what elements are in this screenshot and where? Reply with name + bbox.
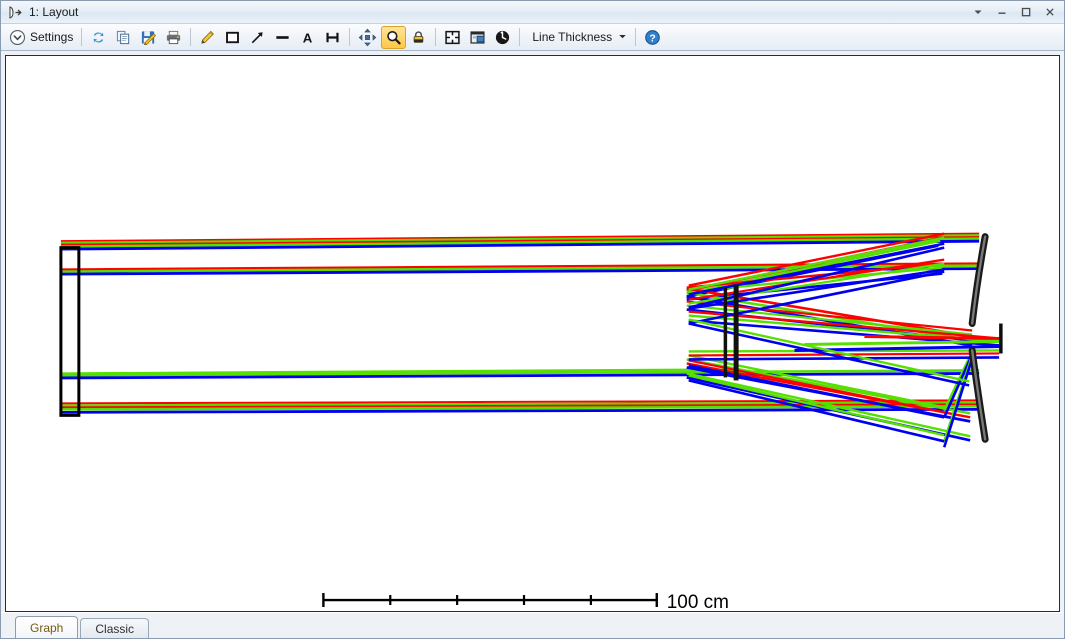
save-icon <box>140 29 157 46</box>
pencil-icon <box>199 29 216 46</box>
upper-primary-mirror <box>972 237 985 324</box>
window-menu-button[interactable] <box>966 2 990 23</box>
magnifier-icon <box>385 29 402 46</box>
toolbar-separator-1 <box>81 28 82 46</box>
toolbar-separator-5 <box>519 28 520 46</box>
image-plane-detector <box>999 324 1002 354</box>
ray-group-lower-mid <box>61 369 979 377</box>
draw-line-button[interactable] <box>195 26 220 49</box>
thick-line-icon <box>274 29 291 46</box>
refresh-button[interactable] <box>86 26 111 49</box>
export-image-icon <box>469 29 486 46</box>
measure-button[interactable] <box>320 26 345 49</box>
dimension-icon <box>324 29 341 46</box>
copy-button[interactable] <box>111 26 136 49</box>
refresh-icon <box>90 29 107 46</box>
fit-window-button[interactable] <box>440 26 465 49</box>
reset-clock-icon <box>494 29 511 46</box>
help-button[interactable]: ? <box>640 26 665 49</box>
optical-layout-drawing: 100 cm <box>6 56 1059 611</box>
text-a-icon: A <box>299 29 316 46</box>
window-title: 1: Layout <box>29 5 966 19</box>
pan-move-icon <box>358 28 377 47</box>
title-bar: 1: Layout <box>1 1 1064 24</box>
fit-window-icon <box>444 29 461 46</box>
close-button[interactable] <box>1038 2 1062 23</box>
maximize-button[interactable] <box>1014 2 1038 23</box>
lock-icon <box>410 29 427 46</box>
chevron-down-icon <box>618 30 627 44</box>
ray-bundle-group <box>61 234 1000 448</box>
scale-bar-label: 100 cm <box>667 592 729 611</box>
tab-classic[interactable]: Classic <box>80 618 149 638</box>
tab-classic-label: Classic <box>95 622 134 636</box>
toolbar-separator-2 <box>190 28 191 46</box>
line-thickness-dropdown[interactable]: Line Thickness <box>524 26 631 49</box>
draw-arrow-button[interactable] <box>245 26 270 49</box>
draw-rectangle-button[interactable] <box>220 26 245 49</box>
tab-graph-label: Graph <box>30 621 63 635</box>
arrow-icon <box>249 29 266 46</box>
pan-button[interactable] <box>354 26 381 49</box>
scale-bar-group: 100 cm <box>323 592 729 611</box>
zoom-button[interactable] <box>381 26 406 49</box>
chevron-down-circle-icon <box>9 29 26 46</box>
help-question-icon: ? <box>644 29 661 46</box>
export-image-button[interactable] <box>465 26 490 49</box>
layout-canvas-container: 100 cm <box>1 51 1064 612</box>
line-thickness-label: Line Thickness <box>532 30 612 44</box>
settings-label: Settings <box>30 30 73 44</box>
toolbar-separator-4 <box>435 28 436 46</box>
lens-layout-icon <box>7 5 23 20</box>
tab-graph[interactable]: Graph <box>15 616 78 638</box>
lock-button[interactable] <box>406 26 431 49</box>
svg-text:A: A <box>303 30 313 45</box>
print-button[interactable] <box>161 26 186 49</box>
add-text-button[interactable]: A <box>295 26 320 49</box>
settings-button[interactable]: Settings <box>5 26 77 49</box>
toolbar: Settings <box>1 24 1064 51</box>
toolbar-separator-3 <box>349 28 350 46</box>
copy-icon <box>115 29 132 46</box>
print-icon <box>165 29 182 46</box>
save-button[interactable] <box>136 26 161 49</box>
rectangle-icon <box>224 29 241 46</box>
draw-thick-line-button[interactable] <box>270 26 295 49</box>
window-controls <box>966 2 1062 23</box>
minimize-button[interactable] <box>990 2 1014 23</box>
lower-primary-mirror <box>972 350 985 439</box>
layout-canvas[interactable]: 100 cm <box>5 55 1060 612</box>
reset-view-button[interactable] <box>490 26 515 49</box>
layout-window: 1: Layout S <box>0 0 1065 639</box>
toolbar-separator-6 <box>635 28 636 46</box>
svg-text:?: ? <box>650 33 656 44</box>
view-tab-bar: Graph Classic <box>1 612 1064 638</box>
